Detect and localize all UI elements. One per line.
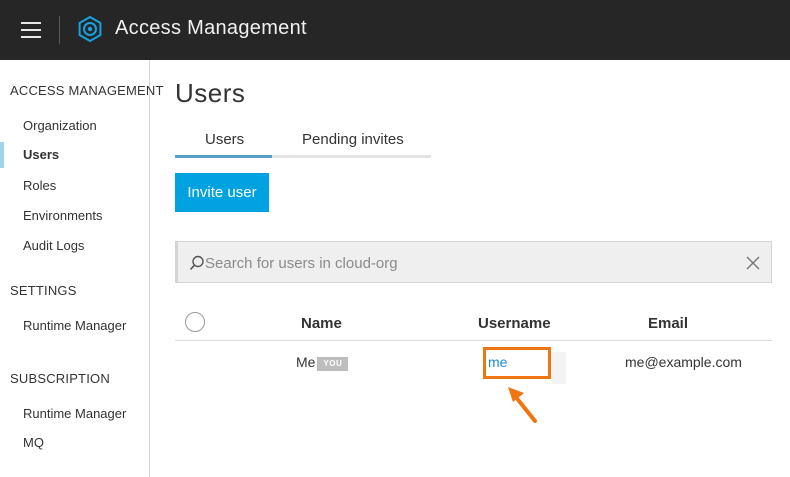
search-box [175, 241, 772, 283]
table-row[interactable]: Me YOU me me@example.com [175, 342, 772, 386]
app-title: Access Management [115, 17, 307, 39]
sidebar-item-environments[interactable]: Environments [0, 203, 149, 229]
annotation-highlight-box [483, 347, 551, 379]
user-name-cell: Me YOU [296, 354, 349, 371]
arrow-icon [508, 387, 537, 423]
invite-user-button[interactable]: Invite user [175, 173, 269, 212]
sidebar: ACCESS MANAGEMENT Organization Users Rol… [0, 60, 163, 477]
select-all-checkbox[interactable] [185, 312, 205, 332]
column-header-username[interactable]: Username [478, 315, 551, 332]
sidebar-item-mq[interactable]: MQ [0, 430, 149, 456]
you-badge: YOU [317, 357, 349, 371]
sidebar-item-subscription-runtime-manager[interactable]: Runtime Manager [0, 401, 149, 427]
gear-logo-icon [78, 15, 102, 43]
tab-pending-invites[interactable]: Pending invites [302, 131, 404, 148]
page-title: Users [175, 78, 246, 108]
header-divider [59, 16, 60, 44]
sidebar-heading-access-management: ACCESS MANAGEMENT [10, 83, 164, 98]
top-bar: Access Management [0, 0, 790, 60]
column-header-name[interactable]: Name [301, 315, 342, 332]
user-name: Me [296, 354, 316, 370]
user-email: me@example.com [625, 354, 742, 370]
sidebar-heading-settings: SETTINGS [10, 283, 77, 298]
menu-icon[interactable] [21, 22, 41, 38]
sidebar-heading-subscription: SUBSCRIPTION [10, 371, 110, 386]
tab-users[interactable]: Users [205, 131, 244, 148]
sidebar-item-roles[interactable]: Roles [0, 173, 149, 199]
close-icon[interactable] [745, 255, 761, 271]
sidebar-item-organization[interactable]: Organization [0, 113, 149, 139]
tab-bar: Users Pending invites [175, 128, 431, 158]
search-input[interactable] [205, 250, 735, 276]
annotation-shadow [552, 352, 566, 384]
column-header-email[interactable]: Email [648, 315, 688, 332]
table-header: Name Username Email [175, 307, 772, 341]
active-tab-indicator [175, 155, 272, 158]
sidebar-item-users[interactable]: Users [0, 142, 149, 168]
sidebar-item-audit-logs[interactable]: Audit Logs [0, 233, 149, 259]
sidebar-item-settings-runtime-manager[interactable]: Runtime Manager [0, 313, 149, 339]
search-icon [189, 255, 204, 271]
